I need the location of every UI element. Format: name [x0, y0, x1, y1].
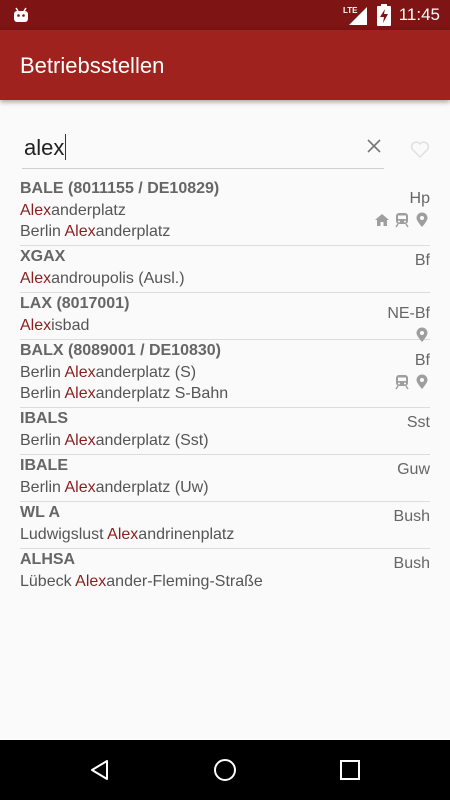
name-prefix: Berlin: [20, 432, 65, 449]
list-item[interactable]: BALE (8011155 / DE10829) Alexanderplatz Be…: [20, 178, 430, 246]
station-name: Berlin Alexanderplatz (Uw): [20, 477, 430, 498]
station-type: Hp: [409, 190, 430, 207]
station-name: Berlin Alexanderplatz S-Bahn: [20, 383, 430, 404]
station-code: XGAX: [20, 248, 66, 265]
name-prefix: Ludwigslust: [20, 526, 108, 543]
station-type: Bush: [393, 555, 430, 572]
station-name: Alexisbad: [20, 315, 430, 336]
list-item[interactable]: IBALS Berlin Alexanderplatz (Sst) Sst: [20, 408, 430, 455]
search-match-highlight: Alex: [64, 385, 96, 402]
recents-icon[interactable]: [338, 758, 362, 782]
name-prefix: Berlin: [20, 223, 65, 240]
station-code: BALE (8011155 / DE10829): [20, 180, 220, 197]
station-name: Lübeck Alexander-Fleming-Straße: [20, 571, 430, 592]
status-bar: LTE 11:45: [0, 0, 450, 30]
station-feature-icons: [374, 212, 430, 228]
train-icon: [394, 374, 410, 390]
status-icons: LTE 11:45: [343, 0, 440, 30]
navigation-bar: [0, 740, 450, 800]
name-prefix: Lübeck: [20, 573, 76, 590]
station-code: WL A: [20, 504, 60, 521]
app-bar: Betriebsstellen: [0, 30, 450, 100]
lte-signal-icon: LTE: [343, 6, 367, 25]
station-code: IBALE: [20, 457, 68, 474]
name-suffix: anderplatz: [51, 202, 126, 219]
search-value: alex: [24, 134, 67, 160]
station-type: Sst: [406, 414, 430, 431]
station-name: Berlin Alexanderplatz (S): [20, 362, 430, 383]
name-suffix: ander-Fleming-Straße: [106, 573, 263, 590]
name-suffix: anderplatz S-Bahn: [95, 385, 229, 402]
name-suffix: anderplatz: [95, 223, 171, 240]
station-type: Bf: [414, 352, 430, 369]
search-match-highlight: Alex: [64, 432, 96, 449]
location-pin-icon: [414, 374, 430, 390]
name-prefix: Berlin: [20, 385, 65, 402]
search-input[interactable]: alex: [22, 130, 384, 169]
search-match-highlight: Alex: [20, 317, 52, 334]
station-name: Berlin Alexanderplatz (Sst): [20, 430, 430, 451]
location-pin-icon: [414, 212, 430, 228]
back-icon[interactable]: [88, 758, 112, 782]
text-caret: [65, 134, 67, 160]
station-code: IBALS: [20, 410, 68, 427]
name-prefix: Berlin: [20, 479, 65, 496]
station-code: ALHSA: [20, 551, 76, 568]
list-item[interactable]: IBALE Berlin Alexanderplatz (Uw) Guw: [20, 455, 430, 502]
station-name: Berlin Alexanderplatz: [20, 221, 430, 242]
station-feature-icons: [394, 374, 430, 390]
train-icon: [394, 212, 410, 228]
favorite-heart-icon[interactable]: [410, 140, 430, 158]
page-title: Betriebsstellen: [20, 53, 165, 78]
list-item[interactable]: XGAX Alexandroupolis (Ausl.) Bf: [20, 246, 430, 293]
station-type: Bf: [414, 252, 430, 269]
search-match-highlight: Alex: [107, 526, 139, 543]
list-item[interactable]: ALHSA Lübeck Alexander-Fleming-Straße Bush: [20, 549, 430, 595]
search-match-highlight: Alex: [64, 479, 96, 496]
search-match-highlight: Alex: [64, 223, 96, 240]
search-match-highlight: Alex: [75, 573, 107, 590]
search-match-highlight: Alex: [20, 270, 52, 287]
search-match-highlight: Alex: [20, 202, 52, 219]
list-item[interactable]: BALX (8089001 / DE10830) Berlin Alexander…: [20, 340, 430, 408]
clear-icon[interactable]: [366, 138, 382, 154]
search-match-highlight: Alex: [64, 364, 96, 381]
name-suffix: isbad: [51, 317, 90, 334]
name-suffix: anderplatz (Uw): [95, 479, 209, 496]
android-icon: [14, 7, 28, 22]
list-item[interactable]: LAX (8017001) Alexisbad NE-Bf: [20, 293, 430, 342]
name-prefix: Berlin: [20, 364, 65, 381]
station-name: Alexanderplatz: [20, 200, 430, 221]
name-suffix: andrinenplatz: [138, 526, 235, 543]
station-name: Alexandroupolis (Ausl.): [20, 268, 430, 289]
name-suffix: anderplatz (S): [95, 364, 197, 381]
station-type: Bush: [393, 508, 430, 525]
battery-charging-icon: [376, 4, 391, 26]
station-code: BALX (8089001 / DE10830): [20, 342, 221, 359]
station-type: NE-Bf: [387, 305, 430, 322]
home-icon: [374, 212, 390, 228]
station-code: LAX (8017001): [20, 295, 130, 312]
station-type: Guw: [397, 461, 430, 478]
network-label: LTE: [343, 6, 358, 15]
station-name: Ludwigslust Alexandrinenplatz: [20, 524, 430, 545]
home-circle-icon[interactable]: [213, 758, 237, 782]
results-list: BALE (8011155 / DE10829) Alexanderplatz Be…: [20, 178, 430, 595]
list-item[interactable]: WL A Ludwigslust Alexandrinenplatz Bush: [20, 502, 430, 549]
clock: 11:45: [398, 5, 440, 24]
name-suffix: anderplatz (Sst): [95, 432, 209, 449]
name-suffix: androupolis (Ausl.): [51, 270, 185, 287]
